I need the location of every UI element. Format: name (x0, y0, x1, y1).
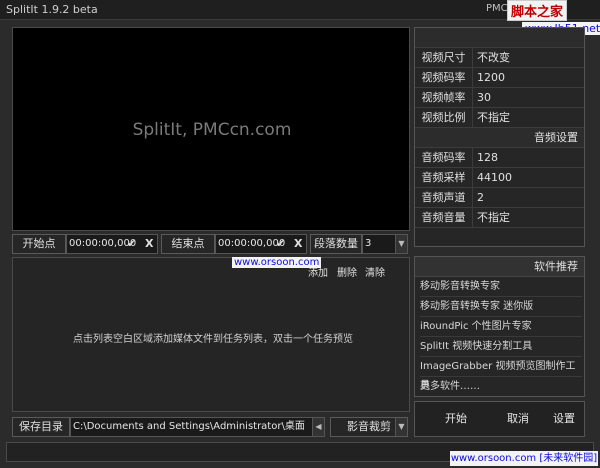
video-framerate-value[interactable]: 30 (477, 88, 491, 108)
recommend-item[interactable]: 移动影音转换专家 迷你版 (420, 297, 582, 317)
video-aspect-row[interactable]: 视频比例 不指定 (415, 108, 584, 128)
audio-bitrate-key: 音频码率 (415, 148, 473, 168)
clear-button[interactable]: 清除 (365, 264, 385, 279)
audio-bitrate-row[interactable]: 音频码率 128 (415, 148, 584, 168)
browse-arrow-icon[interactable]: ◀ (312, 418, 324, 436)
audio-volume-key: 音频音量 (415, 208, 473, 228)
video-size-value[interactable]: 不改变 (477, 48, 510, 68)
audio-channels-value[interactable]: 2 (477, 188, 484, 208)
video-bitrate-row[interactable]: 视频码率 1200 (415, 68, 584, 88)
settings-panel: 视频尺寸 不改变 视频码率 1200 视频帧率 30 视频比例 不指定 音频设置… (414, 27, 585, 247)
recommend-item[interactable]: SplitIt 视频快速分割工具 (420, 337, 582, 357)
audio-volume-row[interactable]: 音频音量 不指定 (415, 208, 584, 228)
end-clear-button[interactable]: X (294, 235, 302, 253)
action-bar: 开始 取消 设置 (414, 401, 585, 437)
audio-samplerate-row[interactable]: 音频采样 44100 (415, 168, 584, 188)
audio-samplerate-value[interactable]: 44100 (477, 168, 512, 188)
preview-logo-text: SplitIt, PMCcn.com (132, 120, 292, 140)
video-size-key: 视频尺寸 (415, 48, 473, 68)
video-aspect-key: 视频比例 (415, 108, 473, 128)
audio-samplerate-key: 音频采样 (415, 168, 473, 188)
video-preview[interactable]: SplitIt, PMCcn.com (12, 27, 410, 231)
end-time-field[interactable]: 00:00:00,000 ✔ X (215, 234, 307, 254)
recommend-header: 软件推荐 (415, 257, 584, 277)
end-set-check-icon[interactable]: ✔ (276, 235, 285, 253)
settings-button[interactable]: 设置 (553, 410, 575, 426)
segment-count-select[interactable]: 3 ▼ (362, 234, 408, 254)
watermark-mid: www.orsoon.com (232, 257, 322, 268)
chevron-down-icon[interactable]: ▼ (395, 235, 407, 253)
mode-chevron-down-icon[interactable]: ▼ (395, 418, 407, 436)
audio-channels-row[interactable]: 音频声道 2 (415, 188, 584, 208)
start-set-check-icon[interactable]: ✔ (127, 235, 136, 253)
cancel-button[interactable]: 取消 (507, 410, 529, 426)
settings-panel-header (415, 28, 584, 48)
window-title: SplitIt 1.9.2 beta (6, 3, 98, 16)
video-framerate-key: 视频帧率 (415, 88, 473, 108)
save-dir-label: 保存目录 (12, 417, 70, 437)
segment-count-label: 段落数量 (310, 234, 362, 254)
recommend-item[interactable]: ImageGrabber 视频预览图制作工具 (420, 357, 582, 391)
video-bitrate-key: 视频码率 (415, 68, 473, 88)
start-point-label: 开始点 (12, 234, 66, 254)
task-list-hint: 点击列表空白区域添加媒体文件到任务列表，双击一个任务预览 (73, 334, 353, 345)
audio-bitrate-value[interactable]: 128 (477, 148, 498, 168)
audio-settings-header: 音频设置 (415, 128, 584, 148)
mode-select[interactable]: 影音裁剪 ▼ (330, 417, 408, 437)
more-software-link[interactable]: 更多软件…… (420, 377, 582, 397)
recommend-panel: 软件推荐 移动影音转换专家 移动影音转换专家 迷你版 iRoundPic 个性图… (414, 256, 585, 397)
video-framerate-row[interactable]: 视频帧率 30 (415, 88, 584, 108)
video-aspect-value[interactable]: 不指定 (477, 108, 510, 128)
start-time-field[interactable]: 00:00:00,000 ✔ X (66, 234, 158, 254)
watermark-bottom: www.orsoon.com [未来软件园] (450, 451, 598, 466)
video-bitrate-value[interactable]: 1200 (477, 68, 505, 88)
watermark-top: 脚本之家 (507, 0, 568, 21)
audio-volume-value[interactable]: 不指定 (477, 208, 510, 228)
remove-button[interactable]: 删除 (337, 264, 357, 279)
recommend-item[interactable]: iRoundPic 个性图片专家 (420, 317, 582, 337)
video-size-row[interactable]: 视频尺寸 不改变 (415, 48, 584, 68)
start-clear-button[interactable]: X (145, 235, 153, 253)
save-dir-field[interactable]: C:\Documents and Settings\Administrator\… (70, 417, 325, 437)
task-list[interactable]: 添加 删除 清除 点击列表空白区域添加媒体文件到任务列表，双击一个任务预览 (12, 257, 410, 412)
save-dir-path: C:\Documents and Settings\Administrator\… (73, 421, 305, 432)
recommend-item[interactable]: 移动影音转换专家 (420, 277, 582, 297)
audio-channels-key: 音频声道 (415, 188, 473, 208)
mode-label: 影音裁剪 (347, 420, 391, 433)
start-button[interactable]: 开始 (445, 410, 467, 426)
end-point-label: 结束点 (161, 234, 215, 254)
segment-count-value: 3 (365, 238, 372, 249)
